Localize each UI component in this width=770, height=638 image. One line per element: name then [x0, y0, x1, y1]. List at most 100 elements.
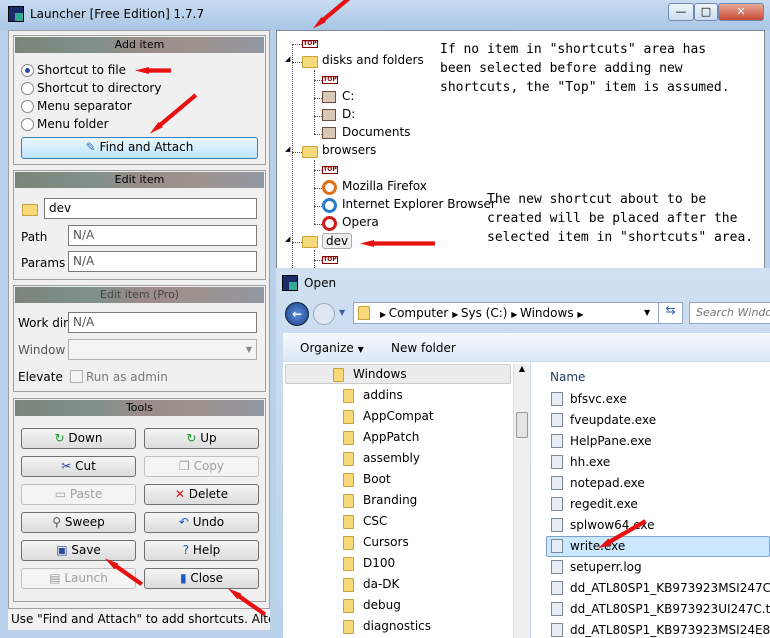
nav-scrollbar[interactable]: ▲ [513, 364, 530, 638]
save-button[interactable]: ▣ Save [21, 540, 136, 561]
file-item[interactable]: dd_ATL80SP1_KB973923UI247C.txt [570, 602, 770, 616]
dialog-app-icon [282, 275, 298, 291]
folder-icon [22, 204, 38, 216]
sweep-button[interactable]: ⚲ Sweep [21, 512, 136, 533]
nav-folder-item[interactable]: D100 [363, 556, 395, 570]
workdir-input[interactable]: N/A [68, 312, 257, 333]
radio-shortcut-file[interactable] [21, 64, 34, 77]
launch-label: Launch [64, 571, 108, 585]
breadcrumb-windows[interactable]: Windows [520, 306, 574, 320]
copy-button[interactable]: ❐ Copy [144, 456, 259, 477]
nav-folder-item[interactable]: CSC [363, 514, 387, 528]
tree-item[interactable]: Documents [342, 125, 410, 139]
tree-item[interactable]: C: [342, 89, 354, 103]
forward-button[interactable] [313, 303, 335, 325]
top-marker-icon[interactable]: TOP [322, 256, 338, 264]
file-icon [551, 392, 563, 406]
nav-folder-item[interactable]: addins [363, 388, 403, 402]
maximize-button[interactable]: □ [694, 3, 718, 21]
up-button[interactable]: ↻ Up [144, 428, 259, 449]
tree-item[interactable]: Internet Explorer Browser [342, 197, 496, 211]
delete-button[interactable]: ✕ Delete [144, 484, 259, 505]
back-button[interactable]: ← [285, 302, 309, 326]
close-button[interactable]: ▮ Close [144, 568, 259, 589]
window-select[interactable]: ▼ [68, 339, 257, 360]
search-input[interactable]: Search Windows [689, 302, 770, 324]
tree-item[interactable]: D: [342, 107, 355, 121]
radio-menu-separator[interactable] [21, 100, 34, 113]
address-dropdown-icon[interactable]: ▼ [644, 308, 650, 317]
folder-icon [302, 56, 318, 68]
nav-folder-item[interactable]: Windows [353, 367, 407, 381]
file-icon [551, 497, 563, 511]
undo-label: Undo [192, 515, 225, 529]
radio-menu-folder[interactable] [21, 118, 34, 131]
folder-icon [343, 557, 354, 571]
window-label: Window [18, 343, 66, 357]
expand-toggle-icon[interactable]: ◢ [285, 235, 290, 243]
file-item[interactable]: setuperr.log [570, 560, 642, 574]
item-name-input[interactable]: dev [44, 198, 257, 219]
top-marker-icon[interactable]: TOP [322, 76, 338, 84]
down-button[interactable]: ↻ Down [21, 428, 136, 449]
column-name-header[interactable]: Name [550, 370, 585, 384]
breadcrumb-computer[interactable]: Computer [389, 306, 449, 320]
folder-icon [343, 599, 354, 613]
find-and-attach-button[interactable]: ✎ Find and Attach [21, 137, 258, 159]
expand-toggle-icon[interactable]: ◢ [285, 145, 290, 153]
folder-icon [343, 494, 354, 508]
file-item[interactable]: dd_ATL80SP1_KB973923MSI247C.txt [570, 581, 770, 595]
find-and-attach-label: Find and Attach [99, 140, 194, 154]
folder-icon [343, 389, 354, 403]
nav-folder-item[interactable]: AppCompat [363, 409, 434, 423]
nav-folder-item[interactable]: AppPatch [363, 430, 419, 444]
file-item[interactable]: regedit.exe [570, 497, 638, 511]
tree-item[interactable]: Opera [342, 215, 379, 229]
launch-button[interactable]: ▤ Launch [21, 568, 136, 589]
tree-item[interactable]: Mozilla Firefox [342, 179, 427, 193]
nav-folder-item[interactable]: da-DK [363, 577, 399, 591]
file-item[interactable]: bfsvc.exe [570, 392, 627, 406]
folder-icon [343, 515, 354, 529]
nav-folder-item[interactable]: diagnostics [363, 619, 431, 633]
help-button[interactable]: ? Help [144, 540, 259, 561]
undo-button[interactable]: ↶ Undo [144, 512, 259, 533]
file-icon [551, 623, 563, 637]
nav-folder-item[interactable]: Cursors [363, 535, 409, 549]
nav-folder-item[interactable]: Boot [363, 472, 391, 486]
file-item[interactable]: fveupdate.exe [570, 413, 656, 427]
file-item[interactable]: write.exe [570, 539, 625, 553]
params-input[interactable]: N/A [68, 251, 257, 272]
top-marker-icon[interactable]: TOP [302, 40, 318, 48]
breadcrumb-sys-c[interactable]: Sys (C:) [461, 306, 508, 320]
run-as-admin-checkbox[interactable] [70, 370, 83, 383]
chevron-down-icon: ▼ [245, 345, 252, 354]
new-folder-button[interactable]: New folder [391, 341, 456, 355]
tree-item[interactable]: dev [322, 233, 353, 249]
close-window-button[interactable]: ✕ [718, 3, 764, 21]
disk-folder-icon [322, 109, 336, 121]
recent-dropdown-icon[interactable]: ▼ [339, 308, 345, 317]
file-item[interactable]: notepad.exe [570, 476, 645, 490]
file-item[interactable]: dd_ATL80SP1_KB973923MSI24E8.txt [570, 623, 770, 637]
nav-folder-item[interactable]: assembly [363, 451, 420, 465]
path-input[interactable]: N/A [68, 225, 257, 246]
nav-folder-item[interactable]: debug [363, 598, 401, 612]
organize-button[interactable]: Organize ▼ [300, 341, 364, 355]
paste-button[interactable]: ▭ Paste [21, 484, 136, 505]
nav-folder-item[interactable]: Branding [363, 493, 417, 507]
tree-item[interactable]: disks and folders [322, 53, 424, 67]
file-item[interactable]: HelpPane.exe [570, 434, 652, 448]
tree-item[interactable]: browsers [322, 143, 376, 157]
file-item[interactable]: hh.exe [570, 455, 610, 469]
folder-icon [343, 473, 354, 487]
cut-button[interactable]: ✂ Cut [21, 456, 136, 477]
minimize-button[interactable]: — [668, 3, 694, 21]
delete-icon: ✕ [174, 487, 189, 501]
folder-icon [343, 578, 354, 592]
workdir-label: Work dir [18, 316, 69, 330]
radio-shortcut-directory[interactable] [21, 82, 34, 95]
top-marker-icon[interactable]: TOP [322, 166, 338, 174]
refresh-icon[interactable]: ⇆ [658, 303, 682, 323]
expand-toggle-icon[interactable]: ◢ [285, 55, 290, 63]
